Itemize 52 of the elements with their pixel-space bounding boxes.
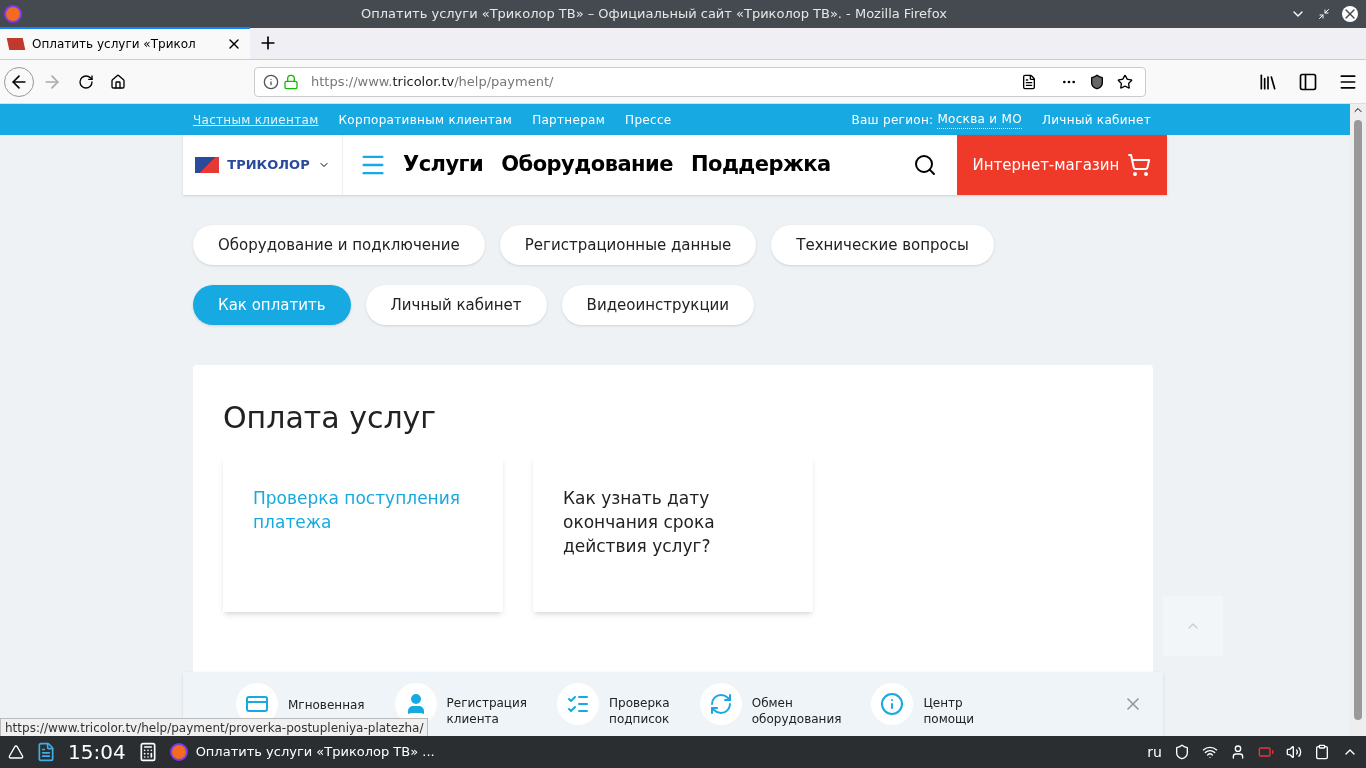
status-url-tooltip: https://www.tricolor.tv/help/payment/proverka-postupleniya-platezha/ <box>0 718 429 736</box>
site-logo[interactable]: ТРИКОЛОР <box>227 155 310 175</box>
quick-action-label[interactable]: Центр помощи <box>923 695 975 727</box>
info-icon[interactable] <box>263 73 279 90</box>
quick-action-label[interactable]: Обмен оборудования <box>751 695 842 727</box>
address-bar[interactable]: https://www.tricolor.tv/help/payment/ <box>254 66 1146 97</box>
nav-link[interactable]: Оборудование <box>501 149 673 181</box>
user-icon[interactable] <box>1230 744 1246 760</box>
lock-icon <box>283 73 299 90</box>
bookmark-star-icon[interactable] <box>1117 73 1133 90</box>
shield-icon[interactable] <box>1174 744 1190 760</box>
clipboard-icon[interactable] <box>1314 744 1330 760</box>
home-icon[interactable] <box>110 73 126 90</box>
url-text: https://www.tricolor.tv/help/payment/ <box>311 72 554 91</box>
reader-view-icon[interactable] <box>1021 73 1037 90</box>
category-pill[interactable]: Регистрационные данные <box>499 225 757 265</box>
site-favicon-icon <box>6 38 26 50</box>
quick-action-label[interactable]: Проверка подписок <box>609 695 670 727</box>
nav-link[interactable]: Поддержка <box>690 149 831 181</box>
launcher-icon[interactable] <box>8 744 24 760</box>
scrollbar[interactable] <box>1350 104 1366 736</box>
info-icon <box>880 692 905 716</box>
cart-icon <box>1127 153 1152 177</box>
maximize-icon[interactable] <box>1318 8 1330 20</box>
category-pill[interactable]: Видеоинструкции <box>561 285 755 325</box>
wifi-icon[interactable] <box>1202 744 1218 760</box>
document-icon[interactable] <box>36 742 56 762</box>
help-article-card[interactable]: Как узнать дату окончания срока действия услуг? <box>533 456 813 612</box>
search-icon[interactable] <box>913 153 937 177</box>
category-pill[interactable]: Технические вопросы <box>771 225 994 265</box>
battery-icon[interactable] <box>1258 744 1274 760</box>
browser-logo-icon <box>169 743 188 761</box>
volume-icon[interactable] <box>1286 744 1302 760</box>
logo-mark-icon <box>195 157 220 173</box>
quick-action-label[interactable]: Мгновенная <box>288 697 365 713</box>
tab-title: Оплатить услуги «Трикол <box>32 36 197 53</box>
reload-icon[interactable] <box>78 73 94 90</box>
section-title: Оплата услуг <box>223 399 438 437</box>
refresh-icon <box>708 692 733 716</box>
category-pill[interactable]: Оборудование и подключение <box>193 225 485 265</box>
keyboard-layout[interactable]: ru <box>1147 741 1162 763</box>
nav-link[interactable]: Услуги <box>403 149 484 181</box>
clock: 15:04 <box>68 739 126 766</box>
region-label: Ваш регион: <box>851 111 934 129</box>
window-title: Оплатить услуги «Триколор ТВ» – Официальный сайт «Триколор ТВ». - Mozilla Firefox <box>360 5 948 24</box>
quick-action-label[interactable]: Регистрация клиента <box>446 695 528 727</box>
close-icon[interactable] <box>1342 6 1358 22</box>
browser-tab[interactable]: Оплатить услуги «Трикол <box>0 27 250 59</box>
shop-button[interactable]: Интернет-магазин <box>957 135 1167 195</box>
sidebar-icon[interactable] <box>1298 71 1318 92</box>
browser-logo-icon <box>4 5 22 23</box>
category-pill[interactable]: Личный кабинет <box>365 285 547 325</box>
